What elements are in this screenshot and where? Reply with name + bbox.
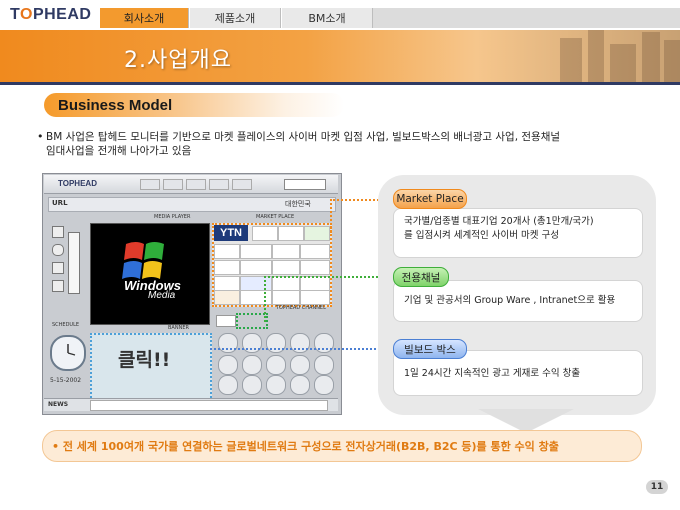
channel-icon[interactable] [218, 375, 238, 395]
channel-icon[interactable] [266, 355, 286, 375]
market-cell[interactable] [278, 226, 304, 241]
bottom-note: • 전 세계 100여개 국가를 연결하는 글로벌네트워크 구성으로 전자상거래… [52, 440, 559, 453]
browser-url-bar[interactable]: URL 대한민국 [48, 197, 336, 212]
market-place-label: MARKET PLACE [256, 214, 295, 220]
banner-divider [0, 82, 680, 85]
building-silhouette [642, 32, 660, 82]
billboard-connector [210, 348, 392, 350]
tab-product-intro[interactable]: 제품소개 [190, 8, 281, 28]
section-title: Business Model [58, 97, 173, 114]
channel-icon[interactable] [218, 355, 238, 375]
channel-icon[interactable] [290, 355, 310, 375]
channel-icon[interactable] [218, 333, 238, 353]
building-silhouette [588, 30, 604, 82]
market-place-line-2: 를 입점시켜 세계적인 사이버 마켓 구성 [404, 230, 559, 241]
toolbar-search-box[interactable] [284, 179, 326, 190]
banner-label: BANNER [168, 325, 189, 331]
toolbar-menu-item[interactable] [232, 179, 252, 190]
browser-side-controls [48, 222, 84, 312]
channel-icon[interactable] [290, 375, 310, 395]
ytn-logo[interactable]: YTN [214, 225, 248, 241]
browser-logo: TOPHEAD [58, 179, 97, 188]
market-cell[interactable] [272, 244, 300, 259]
side-control-icon[interactable] [52, 262, 64, 274]
market-cell[interactable] [214, 244, 240, 259]
description-bullet: • [37, 130, 44, 143]
description-line-1: BM 사업은 탑헤드 모니터를 기반으로 마켓 플레이스의 사이버 마켓 입점 … [46, 131, 561, 143]
billboard-box-pill: 빌보드 박스 [393, 339, 467, 359]
market-cell[interactable] [240, 244, 272, 259]
market-cell[interactable] [300, 244, 330, 259]
news-ticker: NEWS [44, 398, 338, 411]
banner-click-text: 클릭!! [118, 349, 171, 371]
building-silhouette [560, 38, 582, 82]
building-silhouette [610, 44, 636, 82]
channel-icon[interactable] [314, 333, 334, 353]
channel-icon[interactable] [242, 355, 262, 375]
tab-company-intro[interactable]: 회사소개 [100, 8, 189, 28]
channel-icon[interactable] [242, 375, 262, 395]
date-readout: 5-15-2002 [50, 377, 82, 384]
channel-icon[interactable] [314, 355, 334, 375]
region-label: 대한민국 [285, 200, 311, 208]
channel-icon[interactable] [314, 375, 334, 395]
url-label: URL [52, 199, 68, 207]
page-number: 11 [646, 480, 668, 494]
media-text: Media [148, 290, 176, 301]
toolbar-menu-item[interactable] [140, 179, 160, 190]
market-cell[interactable] [252, 226, 278, 241]
tab-bar-filler [373, 8, 680, 28]
dedicated-channel-pill: 전용채널 [393, 267, 449, 287]
market-cell[interactable] [240, 260, 272, 275]
logo-suffix: PHEAD [32, 6, 92, 23]
news-label: NEWS [48, 401, 69, 408]
channel-icon[interactable] [266, 333, 286, 353]
building-silhouette [664, 40, 680, 82]
schedule-label: SCHEDULE [52, 322, 80, 328]
section-description: BM 사업은 탑헤드 모니터를 기반으로 마켓 플레이스의 사이버 마켓 입점 … [46, 130, 636, 158]
title-banner [0, 30, 680, 82]
logo-o: O [19, 6, 33, 23]
clock-icon [50, 335, 86, 371]
market-cell[interactable] [304, 226, 330, 241]
tab-bm-intro[interactable]: BM소개 [282, 8, 373, 28]
channel-icon[interactable] [290, 333, 310, 353]
market-cell[interactable] [300, 260, 330, 275]
side-control-icon[interactable] [52, 280, 64, 292]
news-text-field[interactable] [90, 400, 328, 411]
channel-icon[interactable] [242, 333, 262, 353]
market-cell[interactable] [272, 260, 300, 275]
market-place-line-1: 국가별/업종별 대표기업 20개사 (총1만개/국가) [404, 216, 594, 227]
market-cell[interactable] [214, 290, 240, 305]
billboard-box-description: 1일 24시간 지속적인 광고 게재로 수익 창출 [404, 368, 581, 379]
toolbar-menu-item[interactable] [209, 179, 229, 190]
channel-icon-grid [212, 315, 336, 395]
logo-prefix: T [10, 6, 20, 23]
media-player-label: MEDIA PLAYER [154, 214, 191, 220]
volume-slider[interactable] [68, 232, 80, 294]
side-control-icon[interactable] [52, 226, 64, 238]
market-cell[interactable] [214, 260, 240, 275]
channel-connector [264, 276, 394, 322]
dedicated-channel-description: 기업 및 관공서의 Group Ware , Intranet으로 활용 [404, 295, 616, 306]
market-cell[interactable] [214, 276, 240, 291]
page-title: 2.사업개요 [124, 48, 232, 73]
tophead-logo[interactable]: TOPHEAD [10, 6, 91, 24]
market-place-pill: Market Place [393, 189, 467, 209]
toolbar-menu [140, 179, 280, 190]
description-line-2: 임대사업을 전개해 나아가고 있음 [46, 145, 192, 157]
side-control-icon[interactable] [52, 244, 64, 256]
market-place-description: 국가별/업종별 대표기업 20개사 (총1만개/국가) 를 입점시켜 세계적인 … [404, 215, 594, 243]
channel-icon[interactable] [266, 375, 286, 395]
toolbar-menu-item[interactable] [163, 179, 183, 190]
toolbar-menu-item[interactable] [186, 179, 206, 190]
